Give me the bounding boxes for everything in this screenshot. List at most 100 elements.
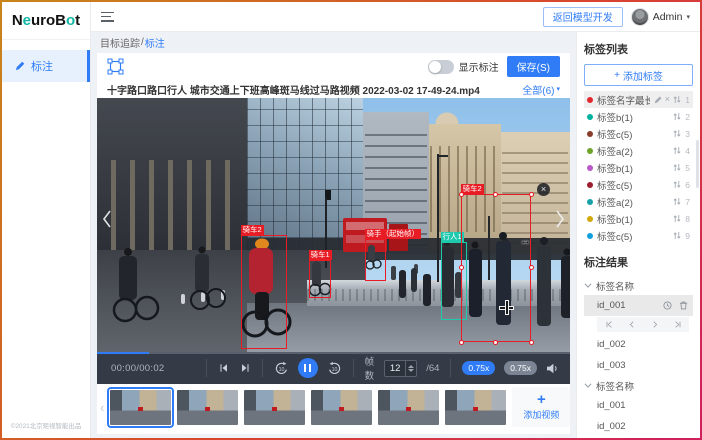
sidebar-item-annotate[interactable]: 标注	[2, 50, 90, 82]
label-row[interactable]: 标签c(5) 6	[584, 176, 693, 193]
bbox-handle[interactable]	[529, 340, 534, 345]
bbox-handle[interactable]	[493, 340, 498, 345]
delete-label-icon[interactable]: ×	[665, 95, 670, 104]
menu-collapse-icon[interactable]	[101, 12, 114, 22]
label-color-dot	[587, 216, 593, 222]
updown-icon[interactable]	[673, 180, 681, 189]
label-color-dot	[587, 114, 593, 120]
label-list-title: 标签列表	[584, 41, 693, 57]
caret-down-icon: ▾	[556, 85, 560, 93]
bbox-handle[interactable]	[459, 192, 464, 197]
bbox-handle[interactable]	[529, 192, 534, 197]
video-thumbnail-6[interactable]	[445, 390, 506, 425]
breadcrumb-parent[interactable]: 目标追踪	[100, 35, 140, 50]
label-row[interactable]: 标签a(2) 4	[584, 142, 693, 159]
updown-icon[interactable]	[673, 146, 681, 155]
edit-label-icon[interactable]	[654, 96, 662, 104]
result-id-row-selected[interactable]: id_001	[584, 295, 693, 316]
svg-text:10: 10	[278, 366, 284, 372]
pager-last-icon[interactable]	[672, 320, 684, 329]
prev-video-chevron[interactable]	[102, 210, 112, 228]
video-thumbnail-3[interactable]	[244, 390, 305, 425]
video-thumbnail-1[interactable]	[110, 390, 171, 425]
result-group-header[interactable]: 标签名称	[584, 276, 693, 295]
show-annotation-toggle[interactable]	[428, 60, 454, 74]
main-content: 目标追踪/标注 显示标注 保存(S) 十	[91, 32, 576, 438]
caret-down-icon: ▾	[686, 13, 690, 21]
video-controls: 00:00/00:02 10 10 帧数	[97, 352, 570, 384]
filmstrip-prev-chevron[interactable]: ‹	[100, 401, 104, 414]
pause-button[interactable]	[298, 358, 318, 378]
speed-pill-active[interactable]: 0.75x	[462, 361, 495, 375]
annotation-toolbar: 显示标注 保存(S)	[97, 53, 570, 80]
frame-number-input[interactable]: 12	[384, 360, 417, 377]
result-id-row[interactable]: id_002	[584, 416, 693, 437]
show-annotation-label: 显示标注	[459, 59, 499, 74]
forward-10-button[interactable]: 10	[327, 361, 342, 376]
bbox-label: 骑车2	[461, 184, 484, 194]
label-row[interactable]: 标签c(5) 9	[584, 227, 693, 244]
save-button[interactable]: 保存(S)	[507, 56, 560, 77]
move-cursor-icon	[500, 301, 513, 314]
updown-icon[interactable]	[673, 163, 681, 172]
video-frame[interactable]: 骑车2 骑车1 骑手（起始帧） 行人1 骑车2	[97, 98, 570, 352]
next-video-chevron[interactable]	[555, 210, 565, 228]
label-row[interactable]: 标签名字最长数... × 1	[584, 91, 693, 108]
bbox-rider-start-frame[interactable]: 骑手（起始帧）	[365, 239, 386, 281]
annotation-results-title: 标注结果	[584, 254, 693, 270]
bbox-handle[interactable]	[529, 265, 534, 270]
updown-icon[interactable]	[673, 231, 681, 240]
bbox-cyclist2-selected[interactable]: 骑车2	[461, 194, 531, 342]
updown-icon[interactable]	[673, 112, 681, 121]
plus-icon: +	[537, 393, 546, 407]
label-row[interactable]: 标签b(1) 5	[584, 159, 693, 176]
video-thumbnail-2[interactable]	[177, 390, 238, 425]
history-icon[interactable]	[663, 301, 672, 310]
bbox-label: 骑车1	[309, 250, 332, 260]
result-id-row[interactable]: id_001	[584, 395, 693, 416]
pager-prev-icon[interactable]	[626, 320, 638, 329]
updown-icon[interactable]	[673, 95, 681, 104]
updown-icon[interactable]	[673, 197, 681, 206]
bbox-handle[interactable]	[459, 340, 464, 345]
trash-icon[interactable]	[679, 301, 688, 310]
updown-icon[interactable]	[673, 129, 681, 138]
avatar	[631, 8, 649, 26]
bbox-cyclist2[interactable]: 骑车2	[241, 235, 287, 349]
scrollbar-thumb[interactable]	[696, 140, 699, 188]
video-filter-dropdown[interactable]: 全部(6)▾	[522, 82, 560, 97]
volume-icon[interactable]	[546, 363, 559, 374]
video-progress-bar[interactable]	[97, 352, 570, 354]
bbox-cyclist1[interactable]: 骑车1	[309, 260, 331, 298]
bbox-handle[interactable]	[459, 265, 464, 270]
label-row[interactable]: 标签b(1) 8	[584, 210, 693, 227]
speed-pill[interactable]: 0.75x	[504, 361, 537, 375]
back-to-model-dev-button[interactable]: 返回模型开发	[543, 7, 623, 27]
rect-select-tool-icon[interactable]	[107, 58, 124, 75]
bbox-label: 骑车2	[241, 225, 264, 235]
next-frame-button[interactable]	[239, 362, 251, 374]
prev-frame-button[interactable]	[218, 362, 230, 374]
video-thumbnail-4[interactable]	[311, 390, 372, 425]
add-video-button[interactable]: + 添加视频	[512, 387, 570, 427]
rewind-10-button[interactable]: 10	[274, 361, 289, 376]
video-thumbnail-5[interactable]	[378, 390, 439, 425]
resize-cursor-icon: ↔	[520, 235, 531, 247]
pencil-icon	[15, 61, 25, 71]
updown-icon[interactable]	[673, 214, 681, 223]
result-id-row[interactable]: id_003	[584, 355, 693, 376]
add-label-button[interactable]: +添加标签	[584, 64, 693, 86]
result-id-row[interactable]: id_002	[584, 334, 693, 355]
result-id-row[interactable]: id_003	[584, 437, 693, 438]
result-group-header[interactable]: 标签名称	[584, 376, 693, 395]
frame-spinner[interactable]	[405, 361, 416, 376]
delete-box-button[interactable]: ×	[537, 183, 550, 196]
bbox-handle[interactable]	[493, 192, 498, 197]
pager-first-icon[interactable]	[603, 320, 615, 329]
pager-next-icon[interactable]	[649, 320, 661, 329]
label-row[interactable]: 标签c(5) 3	[584, 125, 693, 142]
label-row[interactable]: 标签b(1) 2	[584, 108, 693, 125]
label-row[interactable]: 标签a(2) 7	[584, 193, 693, 210]
user-menu[interactable]: Admin ▾	[631, 8, 690, 26]
chevron-down-icon	[584, 282, 592, 289]
